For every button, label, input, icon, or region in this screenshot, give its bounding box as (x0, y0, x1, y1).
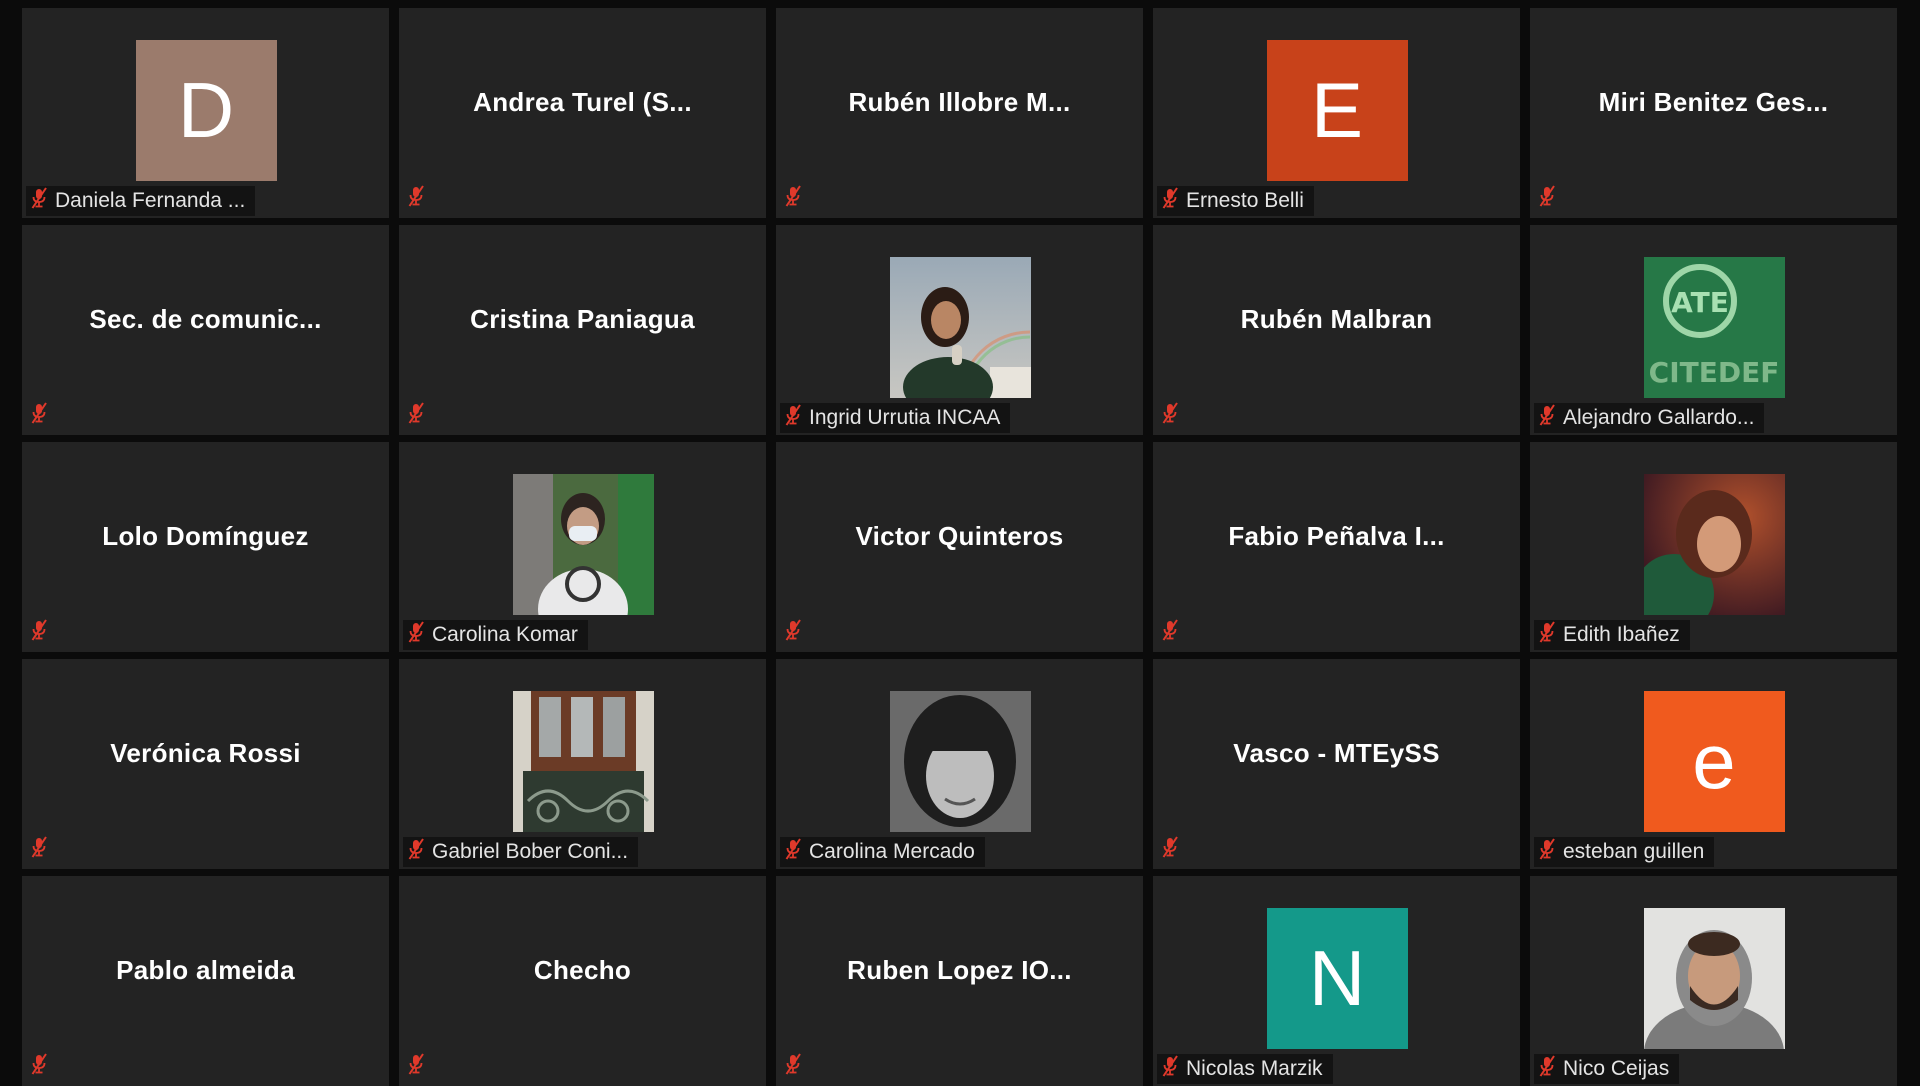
building-door-photo (512, 691, 654, 832)
participant-tile[interactable]: Edith Ibañez (1530, 442, 1897, 652)
participant-name: Edith Ibañez (1563, 623, 1680, 646)
participant-label: Alejandro Gallardo... (1534, 403, 1765, 433)
muted-mic-icon (30, 836, 48, 863)
participant-tile[interactable]: Lolo Domínguez (22, 442, 389, 652)
participant-tile[interactable]: Pablo almeida (22, 876, 389, 1086)
muted-mic-icon (407, 185, 425, 212)
woman-bw-photo (889, 691, 1031, 832)
participant-tile[interactable]: E Ernesto Belli (1153, 8, 1520, 218)
participant-tile[interactable]: Carolina Komar (399, 442, 766, 652)
muted-mic-icon (30, 402, 48, 429)
participant-tile[interactable]: Vasco - MTEySS (1153, 659, 1520, 869)
participant-name: Lolo Domínguez (102, 520, 309, 551)
participant-name: Ruben Lopez IO... (847, 954, 1072, 985)
participant-name: Rubén Illobre M... (848, 86, 1071, 117)
muted-mic-icon (784, 619, 802, 646)
participant-name: Carolina Komar (432, 623, 578, 646)
participant-label: Daniela Fernanda ... (26, 186, 256, 216)
participant-label: esteban guillen (1534, 837, 1715, 867)
participant-tile[interactable]: Andrea Turel (S... (399, 8, 766, 218)
participant-name: Sec. de comunic... (89, 303, 322, 334)
muted-mic-icon (407, 1053, 425, 1080)
participant-name: Verónica Rossi (110, 737, 301, 768)
participant-name: Rubén Malbran (1240, 303, 1433, 334)
muted-mic-icon (1161, 402, 1179, 429)
participant-avatar: N (1266, 908, 1408, 1049)
muted-mic-icon (407, 621, 425, 649)
muted-mic-icon (1538, 404, 1556, 432)
participant-avatar: E (1266, 40, 1408, 181)
participant-name: Checho (533, 954, 632, 985)
muted-mic-icon (1538, 1055, 1556, 1083)
muted-mic-icon (407, 838, 425, 866)
participant-name: Carolina Mercado (809, 840, 975, 863)
muted-mic-icon (30, 619, 48, 646)
svg-text:CITEDEF: CITEDEF (1648, 356, 1779, 389)
participant-label: Carolina Komar (403, 620, 588, 650)
woman-mask-photo (512, 474, 654, 615)
participant-label: Gabriel Bober Coni... (403, 837, 639, 867)
muted-mic-icon (1538, 621, 1556, 649)
participant-tile[interactable]: Checho (399, 876, 766, 1086)
participant-name: Gabriel Bober Coni... (432, 840, 629, 863)
participant-label: Carolina Mercado (780, 837, 985, 867)
muted-mic-icon (1161, 1055, 1179, 1083)
muted-mic-icon (30, 1053, 48, 1080)
muted-mic-icon (784, 404, 802, 432)
muted-mic-icon (1161, 836, 1179, 863)
participant-tile[interactable]: Rubén Malbran (1153, 225, 1520, 435)
man-hoodie-photo (1643, 908, 1785, 1049)
participant-tile[interactable]: ATE CITEDEF Alejandro Gallardo... (1530, 225, 1897, 435)
participant-tile[interactable]: Sec. de comunic... (22, 225, 389, 435)
participant-tile[interactable]: Ingrid Urrutia INCAA (776, 225, 1143, 435)
svg-text:ATE: ATE (1671, 286, 1729, 319)
muted-mic-icon (1538, 838, 1556, 866)
participant-tile[interactable]: Miri Benitez Ges... (1530, 8, 1897, 218)
muted-mic-icon (30, 187, 48, 215)
participant-name: Nicolas Marzik (1186, 1057, 1323, 1080)
participant-tile[interactable]: D Daniela Fernanda ... (22, 8, 389, 218)
participant-label: Ernesto Belli (1157, 186, 1314, 216)
muted-mic-icon (1538, 185, 1556, 212)
participant-name: Victor Quinteros (855, 520, 1064, 551)
ate-citedef-logo: ATE CITEDEF (1643, 257, 1785, 398)
woman-rainbow-photo (889, 257, 1031, 398)
muted-mic-icon (1161, 187, 1179, 215)
participant-name: Nico Ceijas (1563, 1057, 1670, 1080)
participant-tile[interactable]: N Nicolas Marzik (1153, 876, 1520, 1086)
participant-name: Fabio Peñalva I... (1228, 520, 1445, 551)
participant-name: Ernesto Belli (1186, 189, 1304, 212)
participant-tile[interactable]: Victor Quinteros (776, 442, 1143, 652)
participant-tile[interactable]: e esteban guillen (1530, 659, 1897, 869)
participant-avatar: e (1643, 691, 1785, 832)
participant-name: Daniela Fernanda ... (55, 189, 246, 212)
participant-tile[interactable]: Gabriel Bober Coni... (399, 659, 766, 869)
participant-name: esteban guillen (1563, 840, 1705, 863)
participant-tile[interactable]: Ruben Lopez IO... (776, 876, 1143, 1086)
participant-label: Ingrid Urrutia INCAA (780, 403, 1011, 433)
woman-smiling-photo (1643, 474, 1785, 615)
participant-tile[interactable]: Nico Ceijas (1530, 876, 1897, 1086)
participant-tile[interactable]: Carolina Mercado (776, 659, 1143, 869)
participant-name: Vasco - MTEySS (1233, 737, 1440, 768)
participant-name: Alejandro Gallardo... (1563, 406, 1755, 429)
participant-name: Ingrid Urrutia INCAA (809, 406, 1001, 429)
muted-mic-icon (784, 838, 802, 866)
participant-tile[interactable]: Verónica Rossi (22, 659, 389, 869)
participant-name: Miri Benitez Ges... (1598, 86, 1829, 117)
participant-tile[interactable]: Cristina Paniagua (399, 225, 766, 435)
participant-tile[interactable]: Fabio Peñalva I... (1153, 442, 1520, 652)
participant-tile[interactable]: Rubén Illobre M... (776, 8, 1143, 218)
muted-mic-icon (784, 1053, 802, 1080)
participant-name: Cristina Paniagua (470, 303, 695, 334)
video-grid: D Daniela Fernanda ... Andrea Turel (S...… (0, 0, 1920, 1086)
participant-name: Pablo almeida (116, 954, 295, 985)
participant-avatar: D (135, 40, 277, 181)
participant-name: Andrea Turel (S... (473, 86, 692, 117)
muted-mic-icon (407, 402, 425, 429)
participant-label: Edith Ibañez (1534, 620, 1690, 650)
muted-mic-icon (1161, 619, 1179, 646)
muted-mic-icon (784, 185, 802, 212)
